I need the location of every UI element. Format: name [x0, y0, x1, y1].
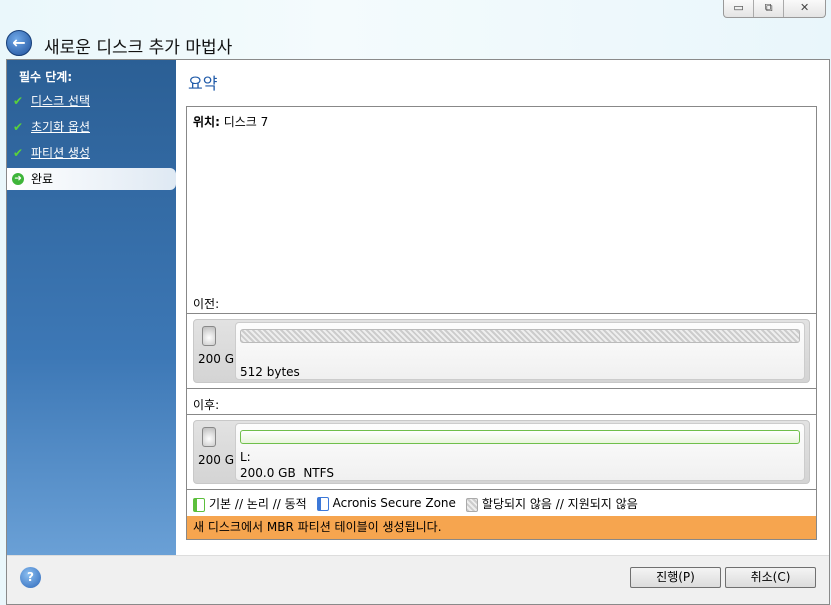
location: 위치: 디스크 7	[193, 113, 268, 130]
legend-label: 할당되지 않음 // 지원되지 않음	[481, 497, 638, 511]
summary-box: 위치: 디스크 7 이전: 200 GB 512 bytes 이후: 200 G…	[186, 106, 817, 540]
sidebar-step-init-options[interactable]: ✔ 초기화 옵션	[7, 116, 176, 138]
legend-unallocated: 할당되지 않음 // 지원되지 않음	[465, 495, 638, 512]
after-label: 이후:	[193, 398, 220, 412]
step-label: 파티션 생성	[31, 146, 91, 160]
unallocated-swatch-icon	[465, 497, 478, 512]
window-controls: ▭ ⧉ ✕	[723, 0, 826, 18]
cancel-button[interactable]: 취소(C)	[725, 567, 816, 588]
minimize-button[interactable]: ▭	[724, 0, 755, 17]
unallocated-bar	[240, 329, 800, 343]
after-disk: 200 GB L: 200.0 GB NTFS	[187, 414, 816, 490]
page-title: 요약	[188, 74, 218, 93]
unallocated-partition[interactable]: 512 bytes	[235, 322, 805, 380]
before-disk: 200 GB 512 bytes	[187, 313, 816, 389]
sidebar-step-create-partition[interactable]: ✔ 파티션 생성	[7, 142, 176, 164]
secure-zone-swatch-icon	[316, 496, 329, 511]
step-label: 디스크 선택	[31, 94, 91, 108]
step-label: 완료	[31, 172, 54, 186]
help-icon[interactable]: ?	[20, 567, 41, 588]
step-label: 초기화 옵션	[31, 120, 91, 134]
window-title: 새로운 디스크 추가 마법사	[44, 38, 233, 58]
check-icon: ✔	[13, 120, 24, 134]
partition-size: 512 bytes	[240, 365, 300, 379]
back-button[interactable]: ←	[6, 30, 32, 56]
legend-label: Acronis Secure Zone	[332, 496, 456, 511]
location-label: 위치:	[193, 115, 220, 129]
notice-bar: 새 디스크에서 MBR 파티션 테이블이 생성됩니다.	[187, 516, 816, 539]
location-value: 디스크 7	[223, 115, 269, 129]
hard-disk-icon	[202, 326, 216, 346]
sidebar-step-disk-select[interactable]: ✔ 디스크 선택	[7, 90, 176, 112]
primary-partition-bar	[240, 430, 800, 444]
legend: 기본 // 논리 // 동적 Acronis Secure Zone 할당되지 …	[193, 495, 638, 512]
check-icon: ✔	[13, 94, 24, 108]
proceed-button[interactable]: 진행(P)	[630, 567, 721, 588]
drive-letter: L:	[240, 450, 251, 464]
close-button[interactable]: ✕	[784, 0, 825, 17]
legend-label: 기본 // 논리 // 동적	[209, 497, 307, 511]
primary-swatch-icon	[193, 497, 205, 512]
before-label: 이전:	[193, 297, 220, 311]
ntfs-partition[interactable]: L: 200.0 GB NTFS	[235, 423, 805, 481]
sidebar: 필수 단계: ✔ 디스크 선택 ✔ 초기화 옵션 ✔ 파티션 생성 ➜ 완료	[7, 60, 176, 555]
hard-disk-icon	[202, 427, 216, 447]
restore-button[interactable]: ⧉	[754, 0, 785, 17]
sidebar-step-finish[interactable]: ➜ 완료	[7, 168, 176, 190]
partition-size: 200.0 GB NTFS	[240, 466, 334, 480]
check-icon: ✔	[13, 146, 24, 160]
sidebar-header: 필수 단계:	[19, 70, 73, 84]
back-arrow-icon: ←	[12, 33, 26, 52]
legend-primary: 기본 // 논리 // 동적	[193, 495, 307, 512]
legend-secure-zone: Acronis Secure Zone	[316, 496, 456, 511]
arrow-right-icon: ➜	[12, 173, 24, 185]
